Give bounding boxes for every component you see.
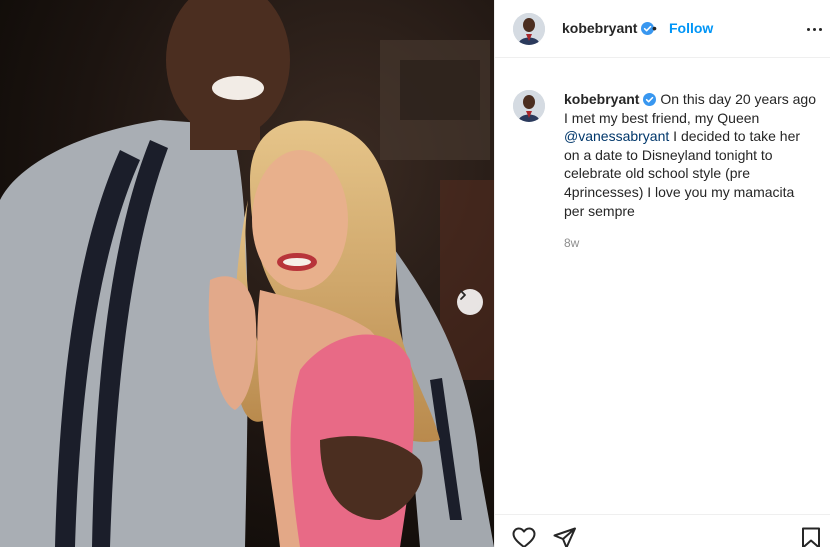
caption-text: kobebryant On this day 20 years ago I me… [564, 90, 816, 220]
more-options-icon[interactable] [805, 20, 823, 38]
post-timestamp[interactable]: 8w [564, 236, 579, 250]
post-details-panel: kobebryant • Follow kobebryant On this d… [494, 0, 830, 547]
avatar-image [513, 13, 545, 45]
post-photo[interactable] [0, 0, 494, 547]
mention-link[interactable]: @vanessabryant [564, 128, 669, 144]
verified-badge-icon [643, 93, 657, 106]
action-bar [495, 514, 830, 547]
next-photo-button[interactable] [457, 289, 483, 315]
paper-plane-icon[interactable] [553, 527, 577, 547]
couple-photo-image [0, 0, 494, 547]
author-username[interactable]: kobebryant [562, 20, 655, 36]
post-header: kobebryant • Follow [495, 0, 830, 58]
bookmark-icon[interactable] [801, 527, 821, 547]
follow-button[interactable]: Follow [669, 20, 713, 36]
separator-dot: • [652, 20, 657, 36]
author-avatar[interactable] [513, 13, 545, 45]
caption-author-username[interactable]: kobebryant [564, 91, 639, 107]
heart-icon[interactable] [512, 527, 536, 547]
author-username-text[interactable]: kobebryant [562, 20, 637, 36]
caption-author-avatar[interactable] [513, 90, 545, 122]
avatar-image [513, 90, 545, 122]
chevron-right-icon [460, 290, 466, 300]
